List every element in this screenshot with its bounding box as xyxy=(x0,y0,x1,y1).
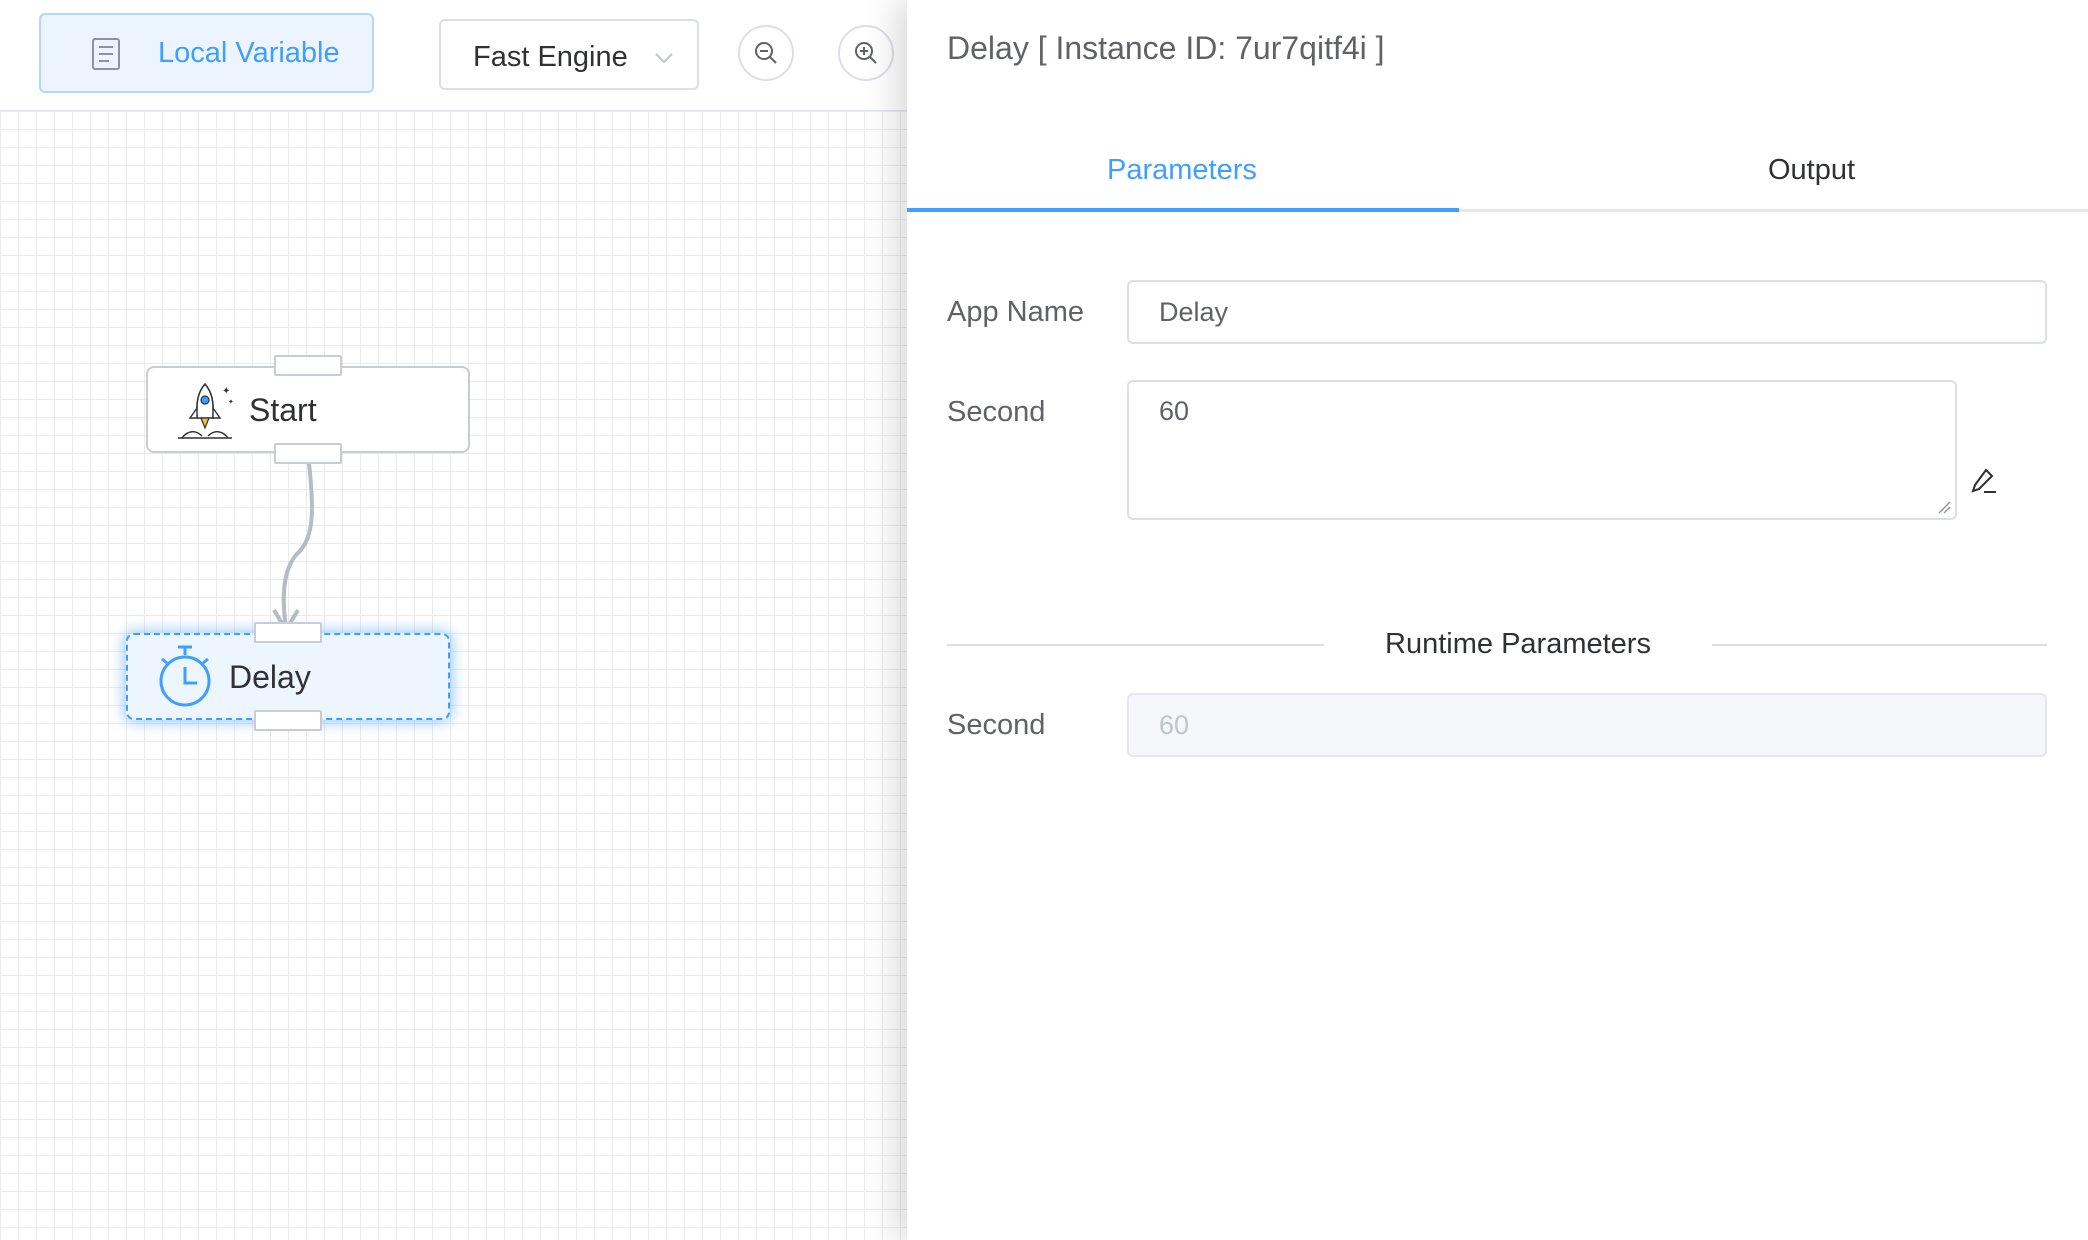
zoom-in-icon xyxy=(855,42,877,64)
flow-node-start[interactable]: ✦ ✦ Start xyxy=(146,366,470,453)
edit-pen-icon[interactable] xyxy=(1970,467,1998,497)
resize-handle-icon[interactable] xyxy=(1937,500,1951,514)
divider-line xyxy=(947,644,1324,646)
runtime-second-label: Second xyxy=(947,709,1046,741)
app-name-label: App Name xyxy=(947,296,1085,328)
zoom-in-button[interactable] xyxy=(838,25,894,81)
flow-node-delay[interactable]: Delay xyxy=(126,633,450,720)
engine-select-value: Fast Engine xyxy=(473,41,628,73)
node-input-port[interactable] xyxy=(274,355,342,376)
editor-toolbar: Local Variable Fast Engine xyxy=(0,0,907,111)
stopwatch-icon xyxy=(159,645,211,707)
local-variable-label: Local Variable xyxy=(158,37,340,69)
chevron-down-icon xyxy=(655,53,673,64)
node-output-port[interactable] xyxy=(254,710,322,731)
second-textarea[interactable]: 60 xyxy=(1127,380,1957,520)
node-config-drawer: Delay [ Instance ID: 7ur7qitf4i ] Parame… xyxy=(907,0,2088,1240)
flow-node-label: Delay xyxy=(229,659,311,695)
active-tab-indicator xyxy=(907,208,1459,212)
rocket-icon: ✦ ✦ xyxy=(178,382,234,439)
tab-parameters[interactable]: Parameters xyxy=(1107,154,1257,187)
zoom-out-icon xyxy=(755,42,777,64)
local-variable-button[interactable]: Local Variable xyxy=(39,13,374,93)
document-icon xyxy=(92,38,120,70)
app-name-input[interactable]: Delay xyxy=(1127,280,2047,344)
node-output-port[interactable] xyxy=(274,443,342,464)
runtime-second-input: 60 xyxy=(1127,693,2047,757)
svg-text:✦: ✦ xyxy=(228,398,234,406)
drawer-title: Delay [ Instance ID: 7ur7qitf4i ] xyxy=(947,30,1385,66)
node-input-port[interactable] xyxy=(254,622,322,643)
engine-select[interactable]: Fast Engine xyxy=(439,19,699,90)
flow-node-label: Start xyxy=(249,392,317,428)
svg-text:✦: ✦ xyxy=(222,386,230,397)
zoom-out-button[interactable] xyxy=(738,25,794,81)
runtime-parameters-title: Runtime Parameters xyxy=(1385,628,1651,660)
tab-output[interactable]: Output xyxy=(1768,154,1855,187)
second-value: 60 xyxy=(1159,396,1190,426)
drawer-tabs: Parameters Output xyxy=(907,140,2088,212)
runtime-parameters-divider: Runtime Parameters xyxy=(947,626,2047,666)
second-label: Second xyxy=(947,396,1046,428)
workflow-editor: Local Variable Fast Engine ✦ ✦ Start Del… xyxy=(0,0,907,1240)
divider-line xyxy=(1712,644,2047,646)
